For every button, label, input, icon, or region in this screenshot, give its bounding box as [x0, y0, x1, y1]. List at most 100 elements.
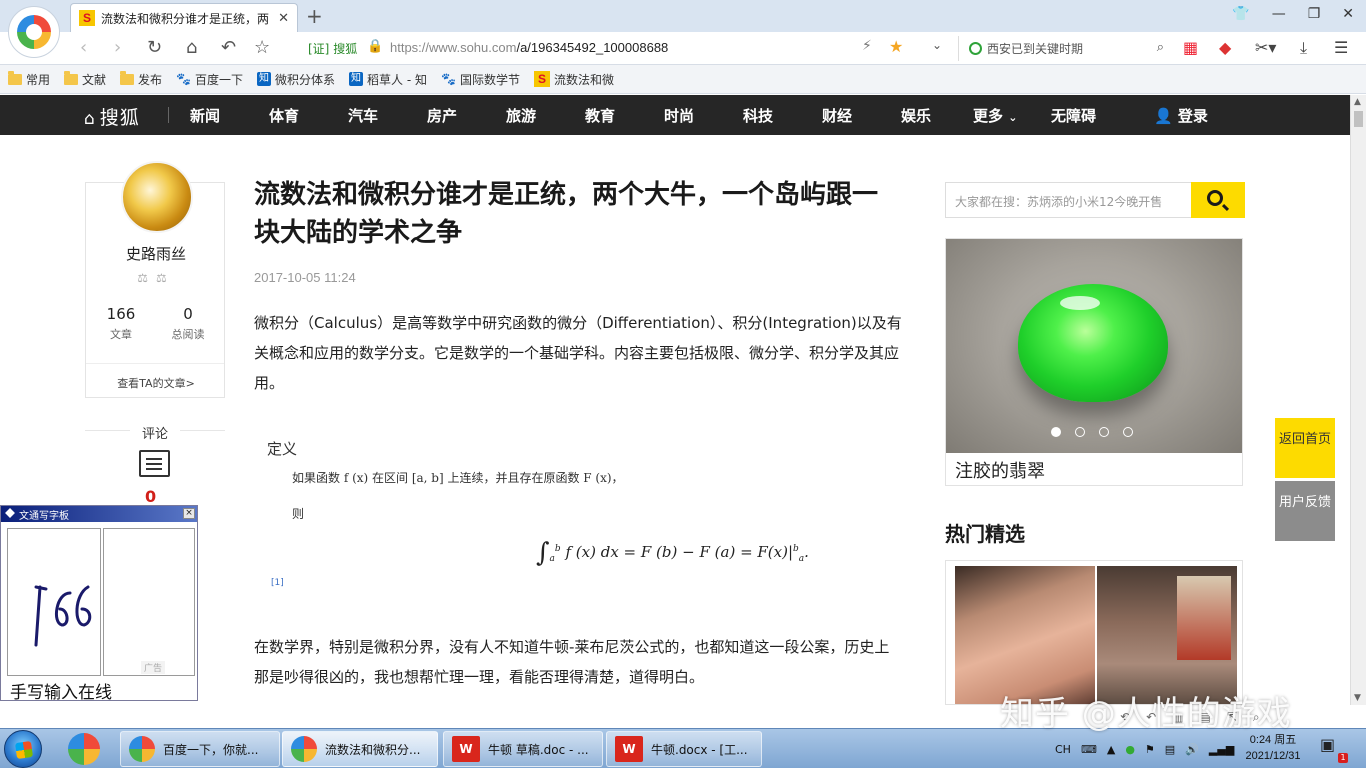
back-icon[interactable]: ‹: [80, 37, 87, 59]
clock[interactable]: 0:24 周五 2021/12/31: [1238, 732, 1308, 764]
scroll-down-icon[interactable]: ▼: [1354, 693, 1361, 703]
close-icon[interactable]: ×: [183, 508, 195, 519]
flash-icon[interactable]: ⚡: [862, 38, 872, 54]
start-button[interactable]: [4, 730, 42, 768]
home-icon[interactable]: ⌂: [186, 37, 197, 59]
nav-item[interactable]: 新闻: [190, 105, 220, 126]
bookmarked-star-icon[interactable]: ★: [889, 37, 903, 56]
nav-item[interactable]: 无障碍: [1051, 105, 1096, 126]
minimize-icon[interactable]: —: [1272, 6, 1286, 22]
handwriting-stroke: [34, 585, 92, 647]
carousel-dot[interactable]: [1051, 427, 1061, 437]
back-home-button[interactable]: 返回首页: [1275, 418, 1335, 478]
nav-item[interactable]: 教育: [585, 105, 615, 126]
download-icon[interactable]: ⤓: [1300, 38, 1307, 58]
reads-label: 总阅读: [171, 328, 205, 341]
jade-image[interactable]: [946, 239, 1242, 453]
new-tab-icon[interactable]: +: [306, 4, 323, 28]
hot-image[interactable]: [955, 566, 1095, 704]
taskbar-item[interactable]: 百度一下，你就...: [120, 731, 280, 767]
cert-badge[interactable]: [证] 搜狐: [308, 40, 357, 57]
chevron-down-icon[interactable]: ⌄: [932, 38, 942, 52]
author-name[interactable]: 史路雨丝: [86, 243, 226, 264]
handwriting-ad[interactable]: 广告: [141, 661, 166, 674]
handwriting-canvas-right[interactable]: [103, 528, 195, 676]
taskbar-item-active[interactable]: 流数法和微积分...: [282, 731, 438, 767]
carousel-dot[interactable]: [1099, 427, 1109, 437]
bookmark-folder[interactable]: 发布: [120, 70, 162, 88]
nav-item[interactable]: 房产: [427, 105, 457, 126]
bookmark-item[interactable]: 🐾 百度一下: [176, 71, 243, 88]
refresh-icon[interactable]: ↻: [147, 37, 162, 59]
site-search-input[interactable]: 大家都在搜：苏炳添的小米12今晚开售: [955, 193, 1191, 210]
scissors-icon[interactable]: ✂▾: [1255, 38, 1276, 58]
taskbar-item[interactable]: W 牛顿.docx - [工...: [606, 731, 762, 767]
search-icon[interactable]: ⌕: [1157, 40, 1164, 55]
bookmark-folder[interactable]: 常用: [8, 70, 50, 88]
browser-logo-icon[interactable]: [8, 6, 60, 58]
page-scrollbar[interactable]: ▲ ▼: [1350, 95, 1366, 705]
browser-search-box[interactable]: 西安已到关键时期 ⌕: [958, 36, 1170, 61]
browser-tab-active[interactable]: S 流数法和微积分谁才是正统，两 ✕: [70, 3, 298, 32]
nav-item[interactable]: 娱乐: [901, 105, 931, 126]
scroll-thumb[interactable]: [1354, 111, 1363, 127]
ad-caption[interactable]: 注胶的翡翠: [955, 457, 1045, 483]
bookmark-item[interactable]: 🐾 国际数学节: [441, 71, 520, 88]
search-engine-icon: [969, 42, 982, 55]
view-articles-link[interactable]: 查看TA的文章>: [86, 375, 226, 391]
nav-item[interactable]: 科技: [743, 105, 773, 126]
nav-item[interactable]: 汽车: [348, 105, 378, 126]
carousel-dot[interactable]: [1123, 427, 1133, 437]
network-icon[interactable]: ▤: [1165, 743, 1175, 756]
bookmark-item[interactable]: 知稻草人 - 知: [349, 71, 427, 88]
restore-icon[interactable]: ❐: [1308, 6, 1321, 22]
bookmark-folder[interactable]: 文献: [64, 70, 106, 88]
taskbar-item[interactable]: W 牛顿 草稿.doc - ...: [443, 731, 603, 767]
avatar[interactable]: [121, 161, 193, 233]
bookmark-item[interactable]: S 流数法和微: [533, 71, 614, 88]
tray-app-icon[interactable]: ●: [1125, 743, 1135, 756]
bookmark-item[interactable]: 知微积分体系: [257, 71, 335, 88]
favorite-star-icon[interactable]: ☆: [254, 37, 270, 59]
flag-icon[interactable]: ⚑: [1145, 743, 1155, 756]
handwriting-titlebar[interactable]: 文通写字板 ×: [1, 506, 197, 522]
game-icon[interactable]: ◆: [1219, 38, 1231, 58]
ad-carousel[interactable]: 注胶的翡翠: [945, 238, 1243, 486]
site-search-button[interactable]: [1191, 182, 1245, 218]
hot-image[interactable]: [1097, 566, 1237, 704]
nav-item[interactable]: 时尚: [664, 105, 694, 126]
nav-item[interactable]: 体育: [269, 105, 299, 126]
pinned-browser-icon[interactable]: [68, 733, 100, 765]
comment-icon[interactable]: [139, 450, 170, 477]
comment-count[interactable]: 0: [145, 487, 156, 506]
definition-image: 定义 如果函数 f (x) 在区间 [a, b] 上连续，并且存在原函数 F (…: [254, 420, 814, 600]
login-link[interactable]: 👤 登录: [1154, 105, 1208, 126]
divider: [86, 363, 224, 364]
close-window-icon[interactable]: ✕: [1342, 6, 1354, 22]
search-icon: [1207, 190, 1223, 206]
forward-icon[interactable]: ›: [114, 37, 121, 59]
carousel-dot[interactable]: [1075, 427, 1085, 437]
footnote-link[interactable]: [1]: [271, 578, 284, 588]
ime-indicator[interactable]: CH: [1055, 743, 1071, 756]
sohu-logo[interactable]: ⌂ 搜狐: [84, 103, 140, 130]
undo-close-icon[interactable]: ↶: [221, 37, 236, 59]
nav-item[interactable]: 旅游: [506, 105, 536, 126]
handwriting-canvas-left[interactable]: [7, 528, 101, 676]
volume-icon[interactable]: 🔊: [1185, 743, 1199, 756]
nav-item[interactable]: 财经: [822, 105, 852, 126]
tab-close-icon[interactable]: ✕: [278, 11, 289, 26]
menu-icon[interactable]: ☰: [1334, 38, 1348, 58]
skin-icon[interactable]: 👕: [1232, 6, 1249, 22]
sohu-icon: S: [533, 71, 550, 87]
feedback-button[interactable]: 用户反馈: [1275, 481, 1335, 541]
scroll-up-icon[interactable]: ▲: [1354, 97, 1361, 107]
browser-icon: [129, 736, 155, 762]
keyboard-icon[interactable]: ⌨: [1081, 743, 1097, 756]
tray-expand-icon[interactable]: ▲: [1107, 743, 1115, 756]
articles-count: 166: [106, 305, 136, 323]
address-bar[interactable]: https://www.sohu.com/a/196345492_1000086…: [390, 40, 668, 55]
apps-grid-icon[interactable]: ▦: [1183, 38, 1198, 58]
nav-item-more[interactable]: 更多 ⌄: [973, 105, 1017, 126]
signal-icon[interactable]: ▂▄▆: [1209, 743, 1234, 756]
